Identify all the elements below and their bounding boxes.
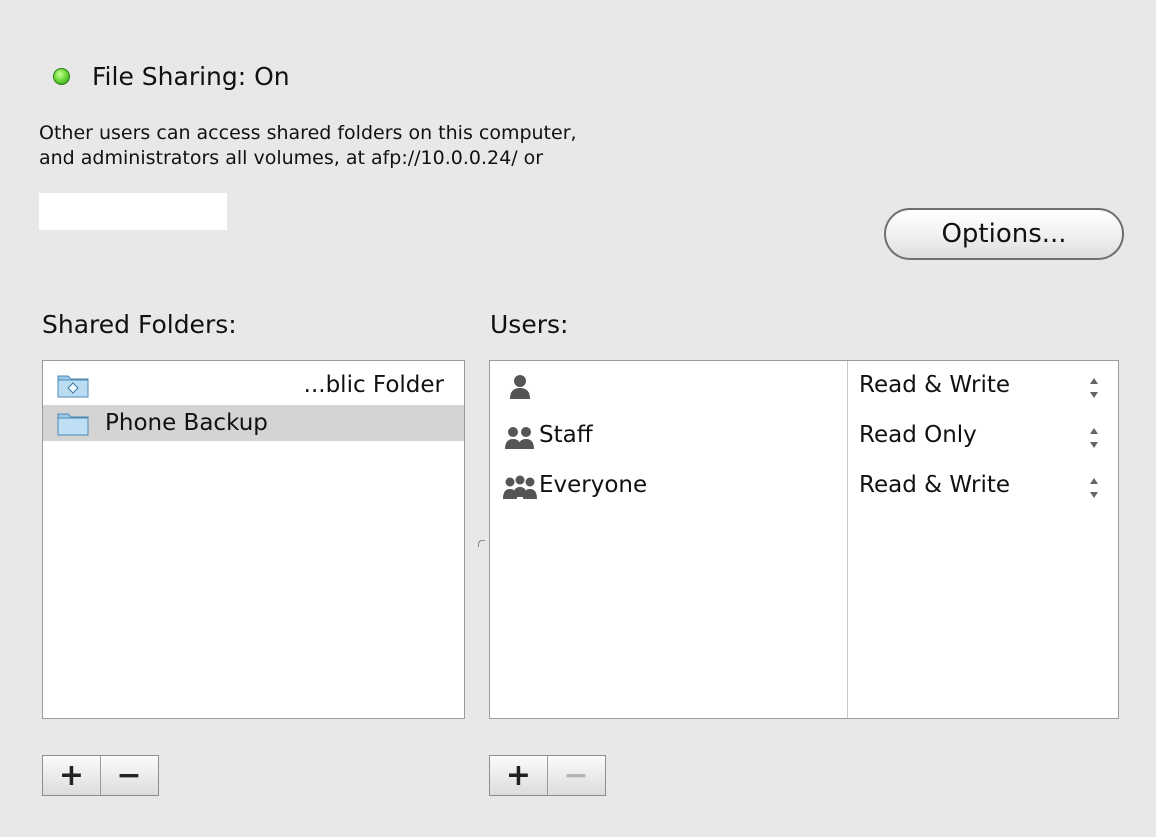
- shared-folders-buttons: + −: [42, 755, 159, 796]
- add-folder-button[interactable]: +: [43, 756, 100, 795]
- split-resize-handle[interactable]: [478, 540, 485, 547]
- description-line-2: and administrators all volumes, at afp:/…: [39, 147, 544, 169]
- table-row[interactable]: Everyone Read & Write: [490, 469, 1118, 505]
- table-row[interactable]: Read & Write: [490, 369, 1118, 405]
- shared-folders-list[interactable]: ...blic Folder Phone Backup: [42, 360, 465, 719]
- everyone-icon: [503, 475, 537, 499]
- status-label: File Sharing: On: [92, 61, 290, 91]
- remove-user-button[interactable]: −: [547, 756, 604, 795]
- user-name: Everyone: [539, 472, 648, 498]
- file-sharing-status: File Sharing: On: [53, 57, 290, 95]
- users-list[interactable]: Read & Write Staff Read Only Everyone Re…: [489, 360, 1119, 719]
- folder-icon: [57, 413, 89, 436]
- description-line-1: Other users can access shared folders on…: [39, 122, 577, 144]
- remove-folder-button[interactable]: −: [100, 756, 157, 795]
- permission-stepper-icon[interactable]: [1087, 425, 1101, 451]
- permission-value[interactable]: Read & Write: [859, 472, 1010, 498]
- list-item[interactable]: Phone Backup: [43, 405, 464, 441]
- status-indicator-icon: [53, 67, 70, 85]
- folder-name: ...blic Folder: [303, 372, 444, 398]
- add-user-button[interactable]: +: [490, 756, 547, 795]
- list-item[interactable]: ...blic Folder: [43, 367, 464, 403]
- column-divider: [847, 361, 848, 718]
- sharing-description: Other users can access shared folders on…: [39, 121, 859, 171]
- permission-value[interactable]: Read Only: [859, 422, 977, 448]
- permission-value[interactable]: Read & Write: [859, 372, 1010, 398]
- shared-folders-label: Shared Folders:: [42, 310, 237, 339]
- user-name: Staff: [539, 422, 593, 448]
- group-icon: [505, 427, 534, 449]
- public-folder-icon: [57, 375, 89, 398]
- redacted-address: [39, 193, 227, 230]
- single-user-icon: [510, 375, 530, 399]
- users-label: Users:: [490, 310, 569, 339]
- folder-name: Phone Backup: [105, 410, 268, 436]
- users-buttons: + −: [489, 755, 606, 796]
- permission-stepper-icon[interactable]: [1087, 375, 1101, 401]
- options-button[interactable]: Options...: [884, 208, 1124, 260]
- table-row[interactable]: Staff Read Only: [490, 419, 1118, 455]
- permission-stepper-icon[interactable]: [1087, 475, 1101, 501]
